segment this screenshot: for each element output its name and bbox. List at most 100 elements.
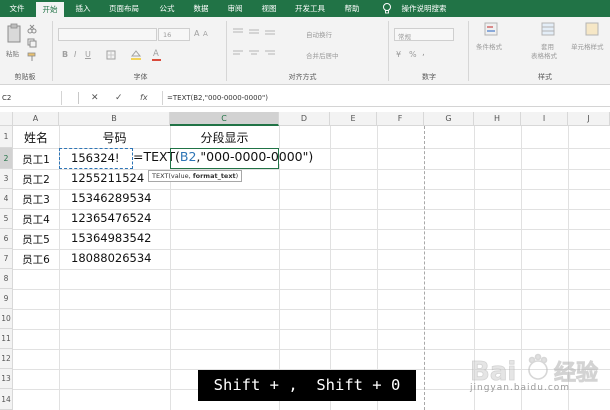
tell-me-search[interactable]: 操作说明搜索 (394, 0, 454, 17)
cell-a1[interactable]: 姓名 (13, 129, 59, 146)
tab-developer[interactable]: 开发工具 (291, 0, 329, 17)
cell-a2[interactable]: 员工1 (13, 152, 59, 167)
alignment-icons[interactable] (231, 26, 287, 62)
enter-icon[interactable]: ✓ (115, 91, 123, 105)
conditional-format-button[interactable]: 条件格式 (476, 41, 502, 51)
font-size-select[interactable]: 16 (158, 28, 190, 41)
row-header-9[interactable]: 9 (0, 289, 13, 309)
border-icon[interactable] (106, 50, 116, 60)
tooltip-current-argument: format_text (192, 172, 236, 180)
row-header-11[interactable]: 11 (0, 329, 13, 349)
paste-label[interactable]: 粘贴 (6, 48, 19, 58)
group-separator (226, 21, 227, 81)
reference-highlight-b2 (59, 148, 133, 169)
format-as-table-icon[interactable] (541, 22, 555, 36)
ribbon-tab-bar: 文件 开始 插入 页面布局 公式 数据 审阅 视图 开发工具 帮助 操作说明搜索 (0, 0, 610, 17)
column-header-c[interactable]: C (170, 112, 279, 126)
group-styles-label: 样式 (538, 73, 552, 81)
cell-b4[interactable]: 15346289534 (59, 191, 170, 205)
conditional-format-icon[interactable] (484, 22, 498, 36)
tooltip-close-paren: ) (235, 172, 239, 180)
cell-styles-button[interactable]: 单元格样式 (571, 41, 604, 51)
column-header-d[interactable]: D (279, 112, 330, 126)
row-header-6[interactable]: 6 (0, 229, 13, 249)
row-header-2[interactable]: 2 (0, 148, 13, 169)
font-name-select[interactable] (58, 28, 157, 41)
tab-page-layout[interactable]: 页面布局 (104, 0, 144, 17)
cell-styles-icon[interactable] (585, 22, 599, 36)
select-all-corner[interactable] (0, 112, 13, 126)
tab-insert[interactable]: 插入 (70, 0, 96, 17)
fill-color-icon[interactable] (130, 50, 142, 60)
format-painter-icon[interactable] (27, 52, 37, 62)
bold-icon[interactable]: B (62, 50, 68, 59)
cell-a3[interactable]: 员工2 (13, 172, 59, 187)
cell-a4[interactable]: 员工3 (13, 192, 59, 207)
row-header-10[interactable]: 10 (0, 309, 13, 329)
tab-help[interactable]: 帮助 (338, 0, 366, 17)
cell-a6[interactable]: 员工5 (13, 232, 59, 247)
group-font-label: 字体 (133, 73, 148, 81)
row-header-5[interactable]: 5 (0, 209, 13, 229)
tab-data[interactable]: 数据 (187, 0, 215, 17)
number-format-select[interactable]: 常规 (394, 28, 454, 41)
formula-input[interactable]: =TEXT(B2,"000-0000-0000") (167, 91, 268, 105)
tab-formulas[interactable]: 公式 (153, 0, 181, 17)
thousands-button[interactable]: , (422, 48, 425, 58)
tab-file[interactable]: 文件 (2, 0, 32, 17)
cell-b1[interactable]: 号码 (59, 129, 170, 146)
gridline (330, 126, 331, 410)
cell-a5[interactable]: 员工4 (13, 212, 59, 227)
row-header-3[interactable]: 3 (0, 169, 13, 189)
tooltip-function: TEXT(value, (152, 172, 193, 180)
function-argument-tooltip[interactable]: TEXT(value, format_text) (148, 170, 243, 182)
paste-icon[interactable] (6, 23, 22, 45)
cut-icon[interactable] (27, 24, 37, 34)
gridline (279, 126, 280, 410)
decrease-font-icon[interactable]: A (203, 30, 208, 38)
row-header-1[interactable]: 1 (0, 126, 13, 148)
name-box[interactable]: C2 (0, 91, 62, 105)
cancel-icon[interactable]: ✕ (91, 91, 99, 105)
tab-review[interactable]: 审阅 (221, 0, 249, 17)
font-color-icon[interactable]: A (153, 49, 159, 59)
formula-bar-divider (78, 92, 79, 104)
italic-icon[interactable]: I (74, 50, 76, 59)
column-header-f[interactable]: F (377, 112, 424, 126)
wrap-text-button[interactable]: 自动换行 (306, 29, 332, 39)
keyboard-shortcut-caption: Shift + , Shift + 0 (198, 370, 416, 401)
row-header-8[interactable]: 8 (0, 269, 13, 289)
cell-c1[interactable]: 分段显示 (170, 129, 279, 146)
currency-icon[interactable]: ¥ (396, 50, 401, 59)
format-as-table-label-2[interactable]: 表格格式 (531, 50, 557, 60)
row-header-12[interactable]: 12 (0, 349, 13, 369)
column-header-i[interactable]: I (521, 112, 568, 126)
cell-b5[interactable]: 12365476524 (59, 211, 170, 225)
group-alignment-label: 对齐方式 (288, 73, 317, 81)
column-header-b[interactable]: B (59, 112, 170, 126)
insert-function-icon[interactable]: fx (140, 91, 148, 105)
column-header-j[interactable]: J (568, 112, 610, 126)
percent-button[interactable]: % (409, 50, 417, 59)
column-header-g[interactable]: G (424, 112, 474, 126)
row-header-13[interactable]: 13 (0, 369, 13, 389)
increase-font-icon[interactable]: A (194, 29, 199, 38)
cell-b7[interactable]: 18088026534 (59, 251, 170, 265)
row-header-7[interactable]: 7 (0, 249, 13, 269)
font-color-swatch (152, 59, 161, 61)
column-header-h[interactable]: H (474, 112, 521, 126)
copy-icon[interactable] (27, 38, 37, 48)
lightbulb-icon (383, 3, 391, 14)
column-header-e[interactable]: E (330, 112, 377, 126)
tab-view[interactable]: 视图 (255, 0, 283, 17)
page-break-line (424, 126, 425, 410)
row-header-4[interactable]: 4 (0, 189, 13, 209)
merge-center-button[interactable]: 合并后居中 (306, 50, 339, 60)
cell-a7[interactable]: 员工6 (13, 252, 59, 267)
cell-b6[interactable]: 15364983542 (59, 231, 170, 245)
underline-icon[interactable]: U (85, 50, 91, 59)
column-header-a[interactable]: A (13, 112, 59, 126)
tab-home[interactable]: 开始 (36, 2, 64, 17)
row-header-14[interactable]: 14 (0, 389, 13, 410)
group-number-label: 数字 (422, 73, 436, 81)
